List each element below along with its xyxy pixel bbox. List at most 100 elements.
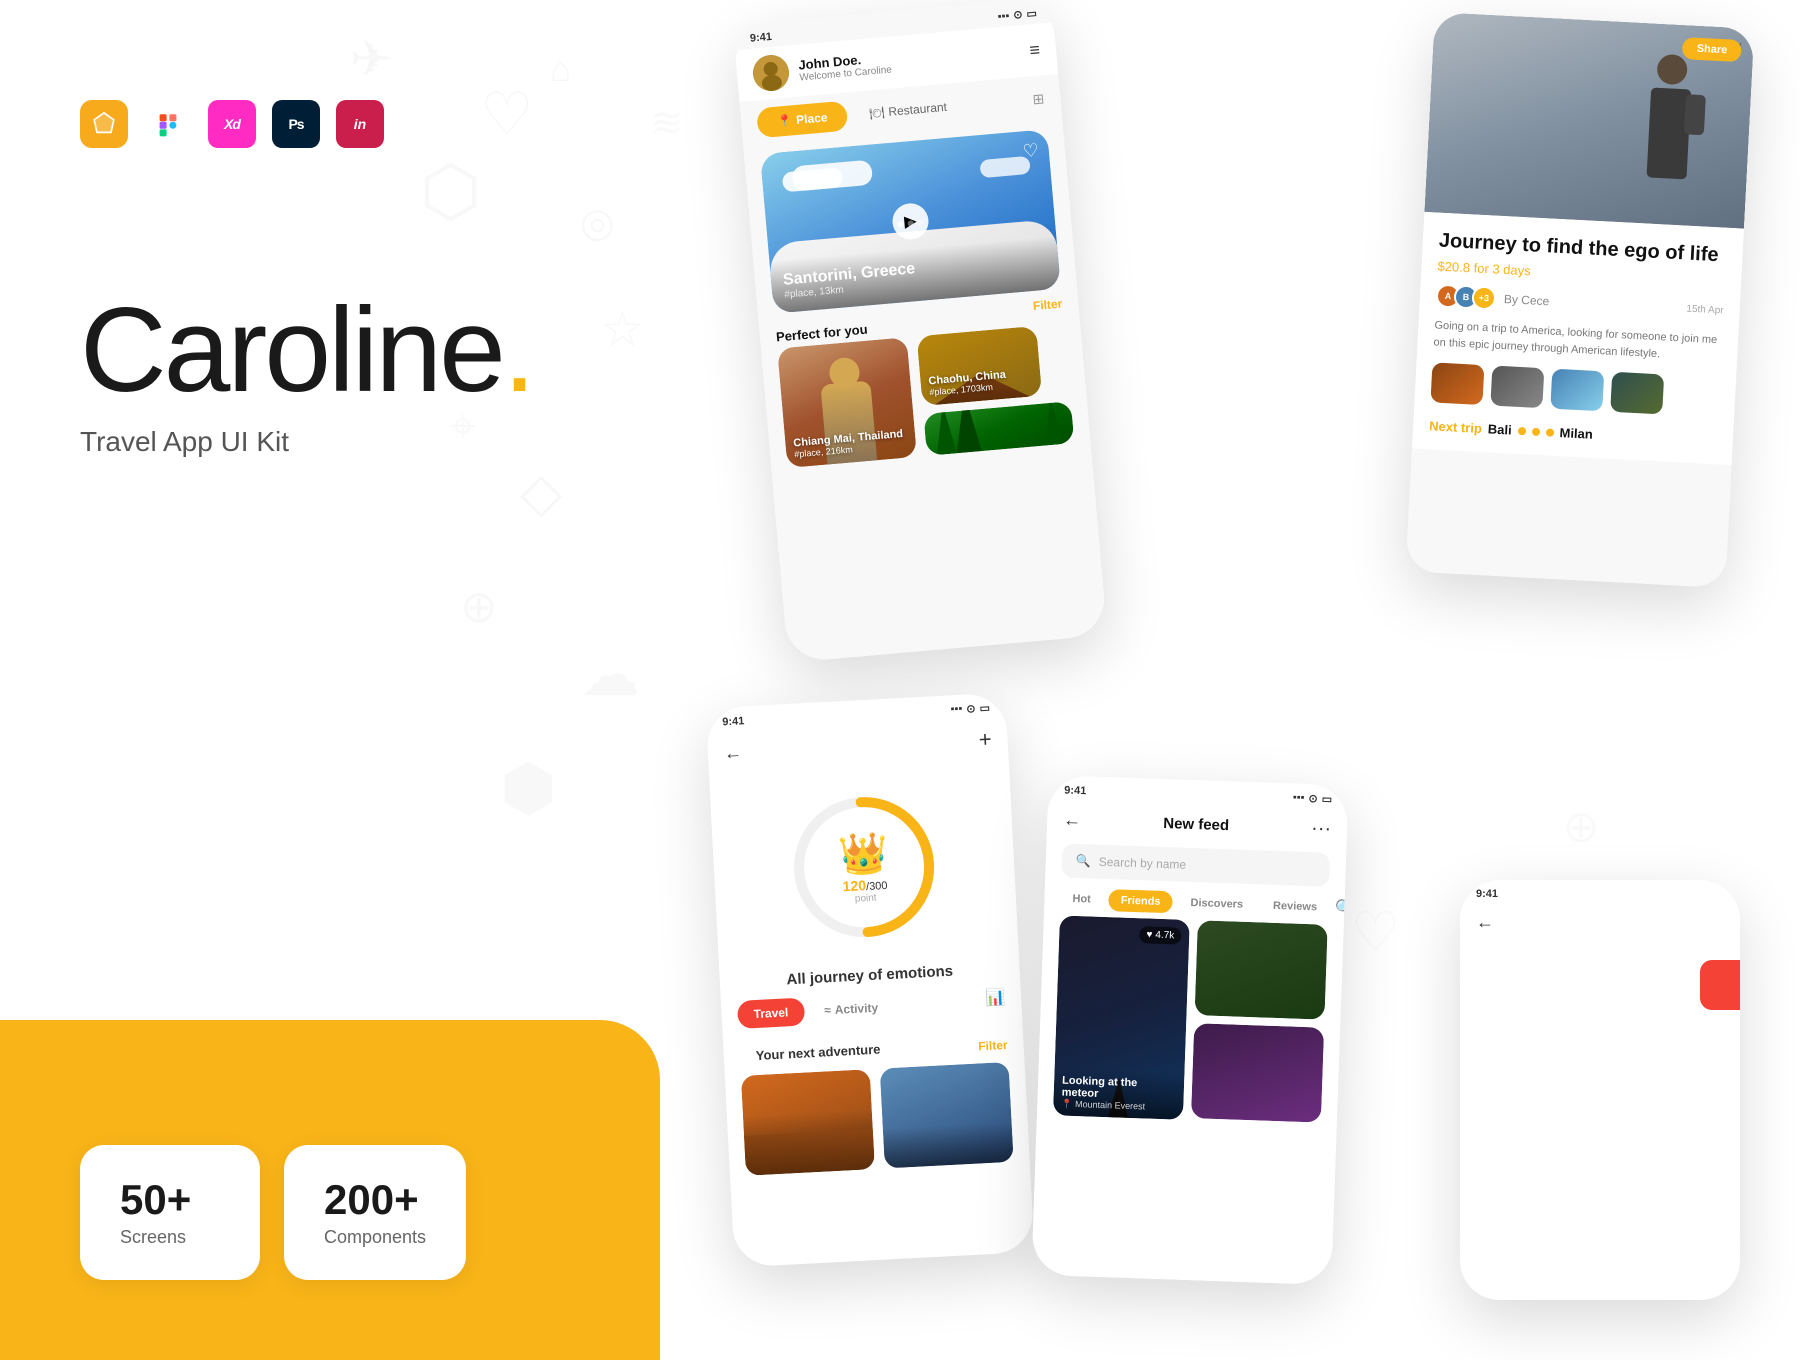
person-with-bag <box>1624 52 1713 226</box>
friends-tab[interactable]: Friends <box>1108 889 1172 913</box>
place-button[interactable]: 📍 Place <box>756 101 849 139</box>
restaurant-button[interactable]: 🍽 Restaurant <box>856 91 960 130</box>
place-pin-icon: 📍 <box>777 113 793 128</box>
hot-tab[interactable]: Hot <box>1060 887 1103 910</box>
phone-4-screen: 9:41 ▪▪▪ ⊙ ▭ ← New feed ··· 🔍 Search by … <box>1031 775 1348 1285</box>
location-pin-icon: 📍 <box>1061 1099 1073 1109</box>
heart-icon: ♥ <box>1146 929 1152 940</box>
forest-image <box>923 401 1074 456</box>
stat-box-components: 200+ Components <box>284 1145 466 1280</box>
share-button[interactable]: Share <box>1682 37 1742 62</box>
screens-count: 50+ <box>120 1177 220 1223</box>
phone4-status-icons: ▪▪▪ ⊙ ▭ <box>1293 791 1333 805</box>
battery-icon: ▭ <box>1026 7 1037 21</box>
feed-back-arrow[interactable]: ← <box>1063 809 1082 831</box>
adventure-card-2[interactable] <box>880 1062 1014 1169</box>
feed-card-main[interactable]: ♥ 4.7k Looking at the meteor 📍 Mountain … <box>1053 915 1190 1119</box>
red-pill-button[interactable] <box>1700 960 1740 1010</box>
score-display: 120/300 <box>840 876 891 895</box>
forest-card[interactable] <box>923 401 1074 456</box>
filter-label[interactable]: Filter <box>1032 297 1062 314</box>
restaurant-label: Restaurant <box>888 100 948 119</box>
phone1-status-icons: ▪▪▪ ⊙ ▭ <box>997 7 1037 23</box>
phone5-time: 9:41 <box>1476 888 1498 900</box>
menu-icon[interactable]: ≡ <box>1029 39 1041 61</box>
brand-tagline: Travel App UI Kit <box>80 426 533 458</box>
backpack <box>1684 94 1706 135</box>
place-label: Place <box>796 110 828 127</box>
progress-circle-wrapper: 👑 120/300 point <box>780 783 948 951</box>
screens-label: Screens <box>120 1227 220 1248</box>
avatar-count: +3 <box>1471 285 1496 310</box>
discovers-tab[interactable]: Discovers <box>1178 892 1255 917</box>
search-red-icon[interactable]: 🔍 <box>1335 898 1349 919</box>
feed-more[interactable]: ··· <box>1311 817 1332 841</box>
author-avatars: A B +3 <box>1435 283 1496 310</box>
phone3-time: 9:41 <box>722 715 745 728</box>
tool-icons-row: Xd Ps in <box>80 100 384 148</box>
crown-icon: 👑 <box>837 829 889 879</box>
next-trip-row: Next trip Bali Milan <box>1429 418 1717 448</box>
heart-icon[interactable]: ♡ <box>1022 140 1040 162</box>
adv-image-2 <box>880 1062 1014 1169</box>
destination-2: Milan <box>1559 425 1593 442</box>
back-arrow[interactable]: ← <box>723 742 742 764</box>
chart-icon: 📊 <box>985 987 1006 1016</box>
phone5-status-bar: 9:41 <box>1460 880 1740 904</box>
brand-dot: . <box>503 283 533 417</box>
trip-dot-1 <box>1517 426 1525 434</box>
travel-tab[interactable]: Travel <box>737 998 805 1029</box>
person-body <box>1647 87 1692 179</box>
activity-tab-label: Activity <box>834 1001 878 1017</box>
feed-search[interactable]: 🔍 Search by name <box>1061 843 1330 886</box>
signal-icon: ▪▪▪ <box>950 703 962 717</box>
feed-grid: ♥ 4.7k Looking at the meteor 📍 Mountain … <box>1037 915 1344 1131</box>
tree-2 <box>952 401 982 453</box>
brand-text: Caroline <box>80 283 503 417</box>
phone4-time: 9:41 <box>1064 784 1086 797</box>
stat-box-screens: 50+ Screens <box>80 1145 260 1280</box>
components-label: Components <box>324 1227 426 1248</box>
phone-3-screen: 9:41 ▪▪▪ ⊙ ▭ ← + <box>706 693 1035 1268</box>
brand-title-area: Caroline. Travel App UI Kit <box>80 290 533 458</box>
phone5-back[interactable]: ← <box>1460 904 1740 941</box>
adventure-card-1[interactable] <box>741 1069 875 1176</box>
sketch-icon <box>80 100 128 148</box>
tree-3 <box>1041 401 1065 445</box>
left-panel: Xd Ps in Caroline. Travel App UI Kit 50+… <box>0 0 660 1360</box>
add-button[interactable]: + <box>978 726 992 753</box>
user-info: John Doe. Welcome to Caroline <box>798 38 1021 83</box>
dot-active <box>897 221 904 228</box>
chiang-mai-card[interactable]: Chiang Mai, Thailand #place, 216km <box>777 337 917 468</box>
feed-card-3[interactable] <box>1191 1023 1324 1122</box>
feed-title: New feed <box>1081 812 1311 837</box>
dot-1 <box>907 220 914 227</box>
wifi-icon: ⊙ <box>1013 8 1023 22</box>
phone-5-screen: 9:41 ← <box>1460 880 1740 1300</box>
story-description: Going on a trip to America, looking for … <box>1433 317 1722 365</box>
phone-5-partial: 9:41 ← <box>1460 880 1740 1300</box>
story-content: Journey to find the ego of life $20.8 fo… <box>1412 212 1744 465</box>
feed-card-2[interactable] <box>1195 920 1328 1019</box>
post-date: 15th Apr <box>1686 303 1724 316</box>
adv-image-1 <box>741 1069 875 1176</box>
feed-image-3 <box>1191 1023 1324 1122</box>
likes-count: 4.7k <box>1155 930 1174 942</box>
tree-1 <box>933 403 957 455</box>
card-footer-main: Looking at the meteor 📍 Mountain Everest <box>1053 1068 1185 1120</box>
adventure-label: Your next adventure <box>739 1037 897 1072</box>
right-feed-cards <box>1191 920 1328 1122</box>
filter-button[interactable]: Filter <box>978 1037 1008 1053</box>
thumb-2[interactable] <box>1490 366 1544 409</box>
thumb-3[interactable] <box>1550 369 1604 412</box>
restaurant-icon: 🍽 <box>869 105 885 120</box>
thumb-4[interactable] <box>1610 372 1664 415</box>
chaohu-card[interactable]: Chaohu, China #place, 1703km <box>917 326 1043 406</box>
thumbnail-row <box>1430 362 1720 417</box>
hero-card-santorini[interactable]: ▶ ♡ Santorini, Greece #place, 13km <box>760 129 1061 313</box>
thumb-1[interactable] <box>1430 362 1484 405</box>
signal-icon: ▪▪▪ <box>1293 791 1305 804</box>
activity-tab[interactable]: ≈ Activity <box>808 993 895 1025</box>
stats-boxes: 50+ Screens 200+ Components <box>80 1145 466 1280</box>
reviews-tab[interactable]: Reviews <box>1261 894 1330 918</box>
